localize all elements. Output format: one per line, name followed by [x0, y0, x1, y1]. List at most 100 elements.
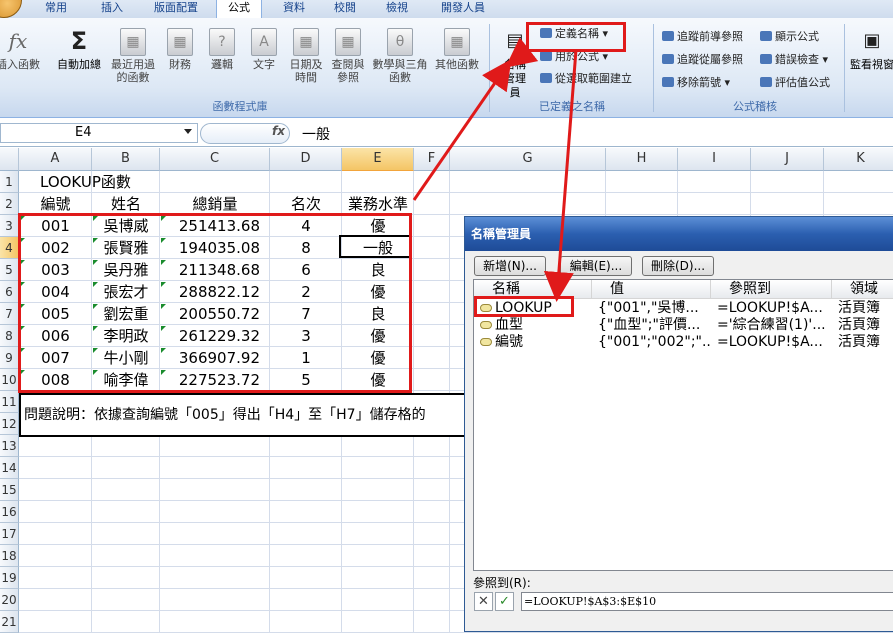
- book-icon: ▦: [120, 28, 146, 56]
- recently-used-button[interactable]: ▦ 最近用過的函數: [108, 28, 158, 84]
- row-header-19[interactable]: 19: [0, 567, 19, 589]
- select-all-corner[interactable]: [0, 148, 19, 171]
- show-formulas-icon: [760, 31, 772, 41]
- math-trig-button[interactable]: θ 數學與三角函數: [372, 28, 428, 84]
- column-header-f[interactable]: F: [414, 148, 450, 171]
- refers-to-input[interactable]: =LOOKUP!$A$3:$E$10: [521, 592, 893, 611]
- entry-refers-to: =LOOKUP!$A...: [717, 300, 823, 316]
- logical-button[interactable]: ? 邏輯: [202, 28, 242, 71]
- row-header-11[interactable]: 11: [0, 391, 19, 413]
- sheet-title[interactable]: LOOKUP函數: [40, 171, 131, 193]
- row-header-9[interactable]: 9: [0, 347, 19, 369]
- column-header-b[interactable]: B: [92, 148, 160, 171]
- name-manager-dialog: 名稱管理員 新增(N)... 編輯(E)... 刪除(D)... 名稱 值 參照…: [464, 216, 893, 632]
- books-icon: ▦: [444, 28, 470, 56]
- remove-arrow-icon: [662, 77, 674, 87]
- question-book-icon: ?: [209, 28, 235, 56]
- text-button[interactable]: A 文字: [244, 28, 284, 71]
- cancel-icon[interactable]: ✕: [474, 592, 493, 611]
- name-manager-icon: ▤: [506, 30, 524, 51]
- column-header-d[interactable]: D: [270, 148, 342, 171]
- row-header-21[interactable]: 21: [0, 611, 19, 633]
- row-header-3[interactable]: 3: [0, 215, 19, 237]
- row-header-8[interactable]: 8: [0, 325, 19, 347]
- lookup-reference-button[interactable]: ▦ 查閱與參照: [328, 28, 368, 84]
- name-entry[interactable]: 編號 {"001";"002";"... =LOOKUP!$A... 活頁簿: [474, 334, 893, 351]
- row-header-10[interactable]: 10: [0, 369, 19, 391]
- name-box[interactable]: E4: [0, 123, 198, 143]
- tab-home[interactable]: 常用: [30, 0, 82, 18]
- date-time-button[interactable]: ▦ 日期及時間: [286, 28, 326, 84]
- col-value-header[interactable]: 值: [592, 280, 711, 299]
- header-cell-rank[interactable]: 名次: [270, 193, 342, 215]
- dialog-title: 名稱管理員: [465, 217, 893, 251]
- column-header-k[interactable]: K: [824, 148, 893, 171]
- row-header-13[interactable]: 13: [0, 435, 19, 457]
- row-header-16[interactable]: 16: [0, 501, 19, 523]
- tab-page-layout[interactable]: 版面配置: [140, 0, 212, 18]
- row-header-1[interactable]: 1: [0, 171, 19, 193]
- office-button[interactable]: [0, 0, 22, 18]
- row-header-4[interactable]: 4: [0, 237, 19, 259]
- names-list[interactable]: 名稱 值 參照到 領域 LOOKUP {"001","吳博... =LOOKUP!$…: [473, 279, 893, 571]
- column-header-c[interactable]: C: [160, 148, 270, 171]
- evaluate-formula-button[interactable]: 評估值公式: [760, 75, 830, 91]
- row-header-12[interactable]: 12: [0, 413, 19, 435]
- col-scope-header[interactable]: 領域: [832, 280, 893, 299]
- header-cell-id[interactable]: 編號: [19, 193, 92, 215]
- remove-arrows-button[interactable]: 移除箭號 ▾: [662, 75, 730, 91]
- tab-formulas[interactable]: 公式: [216, 0, 262, 19]
- group-formula-auditing: 公式稽核: [733, 100, 777, 113]
- entry-value: {"血型";"評價...: [598, 317, 701, 333]
- row-header-7[interactable]: 7: [0, 303, 19, 325]
- edit-name-button[interactable]: 編輯(E)...: [560, 256, 632, 276]
- column-header-g[interactable]: G: [450, 148, 606, 171]
- calendar-book-icon: ▦: [293, 28, 319, 56]
- create-from-selection-button[interactable]: 從選取範圍建立: [540, 71, 632, 87]
- column-header-e[interactable]: E: [342, 148, 414, 171]
- tab-data[interactable]: 資料: [272, 0, 316, 18]
- confirm-icon[interactable]: ✓: [495, 592, 514, 611]
- row-header-6[interactable]: 6: [0, 281, 19, 303]
- group-separator: [489, 24, 490, 112]
- tab-insert[interactable]: 插入: [88, 0, 136, 18]
- row-header-14[interactable]: 14: [0, 457, 19, 479]
- row-header-20[interactable]: 20: [0, 589, 19, 611]
- column-header-j[interactable]: J: [751, 148, 824, 171]
- financial-button[interactable]: ▦ 財務: [160, 28, 200, 71]
- more-functions-button[interactable]: ▦ 其他函數: [430, 28, 484, 71]
- fx-icon: fx: [8, 29, 28, 53]
- header-cell-level[interactable]: 業務水準: [342, 193, 414, 215]
- watch-window-button[interactable]: ▣ 監看視窗: [848, 28, 893, 71]
- column-header-a[interactable]: A: [19, 148, 92, 171]
- row-header-18[interactable]: 18: [0, 545, 19, 567]
- autosum-button[interactable]: Σ 自動加總: [52, 28, 106, 71]
- tab-view[interactable]: 檢視: [374, 0, 420, 18]
- column-header-h[interactable]: H: [606, 148, 678, 171]
- show-formulas-button[interactable]: 顯示公式: [760, 29, 819, 45]
- header-cell-sales[interactable]: 總銷量: [160, 193, 270, 215]
- row-header-5[interactable]: 5: [0, 259, 19, 281]
- problem-note[interactable]: 問題說明：依據查詢編號「005」得出「H4」至「H7」儲存格的: [19, 393, 479, 437]
- trace-precedents-button[interactable]: 追蹤前導參照: [662, 29, 743, 45]
- entry-scope: 活頁簿: [838, 317, 880, 333]
- column-header-i[interactable]: I: [678, 148, 751, 171]
- row-header-17[interactable]: 17: [0, 523, 19, 545]
- new-name-button[interactable]: 新增(N)...: [474, 256, 546, 276]
- col-refers-header[interactable]: 參照到: [711, 280, 832, 299]
- trace-dependents-button[interactable]: 追蹤從屬參照: [662, 52, 743, 68]
- tab-review[interactable]: 校閱: [322, 0, 368, 18]
- tab-developer[interactable]: 開發人員: [426, 0, 500, 18]
- delete-name-button[interactable]: 刪除(D)...: [642, 256, 714, 276]
- formula-input[interactable]: 一般: [302, 124, 330, 144]
- row-header-2[interactable]: 2: [0, 193, 19, 215]
- insert-function-button[interactable]: fx 插入函數: [0, 28, 44, 71]
- name-entry[interactable]: 血型 {"血型";"評價... ='綜合練習(1)'... 活頁簿: [474, 317, 893, 334]
- refers-to-row: ✕ ✓ =LOOKUP!$A$3:$E$10: [473, 590, 893, 612]
- error-checking-button[interactable]: 錯誤檢查 ▾: [760, 52, 828, 68]
- name-box-dropdown-icon[interactable]: [184, 129, 192, 134]
- row-header-15[interactable]: 15: [0, 479, 19, 501]
- insert-function-icon[interactable]: fx: [272, 124, 285, 138]
- ribbon-tabs: 常用 插入 版面配置 公式 資料 校閱 檢視 開發人員: [0, 0, 893, 19]
- header-cell-name[interactable]: 姓名: [92, 193, 160, 215]
